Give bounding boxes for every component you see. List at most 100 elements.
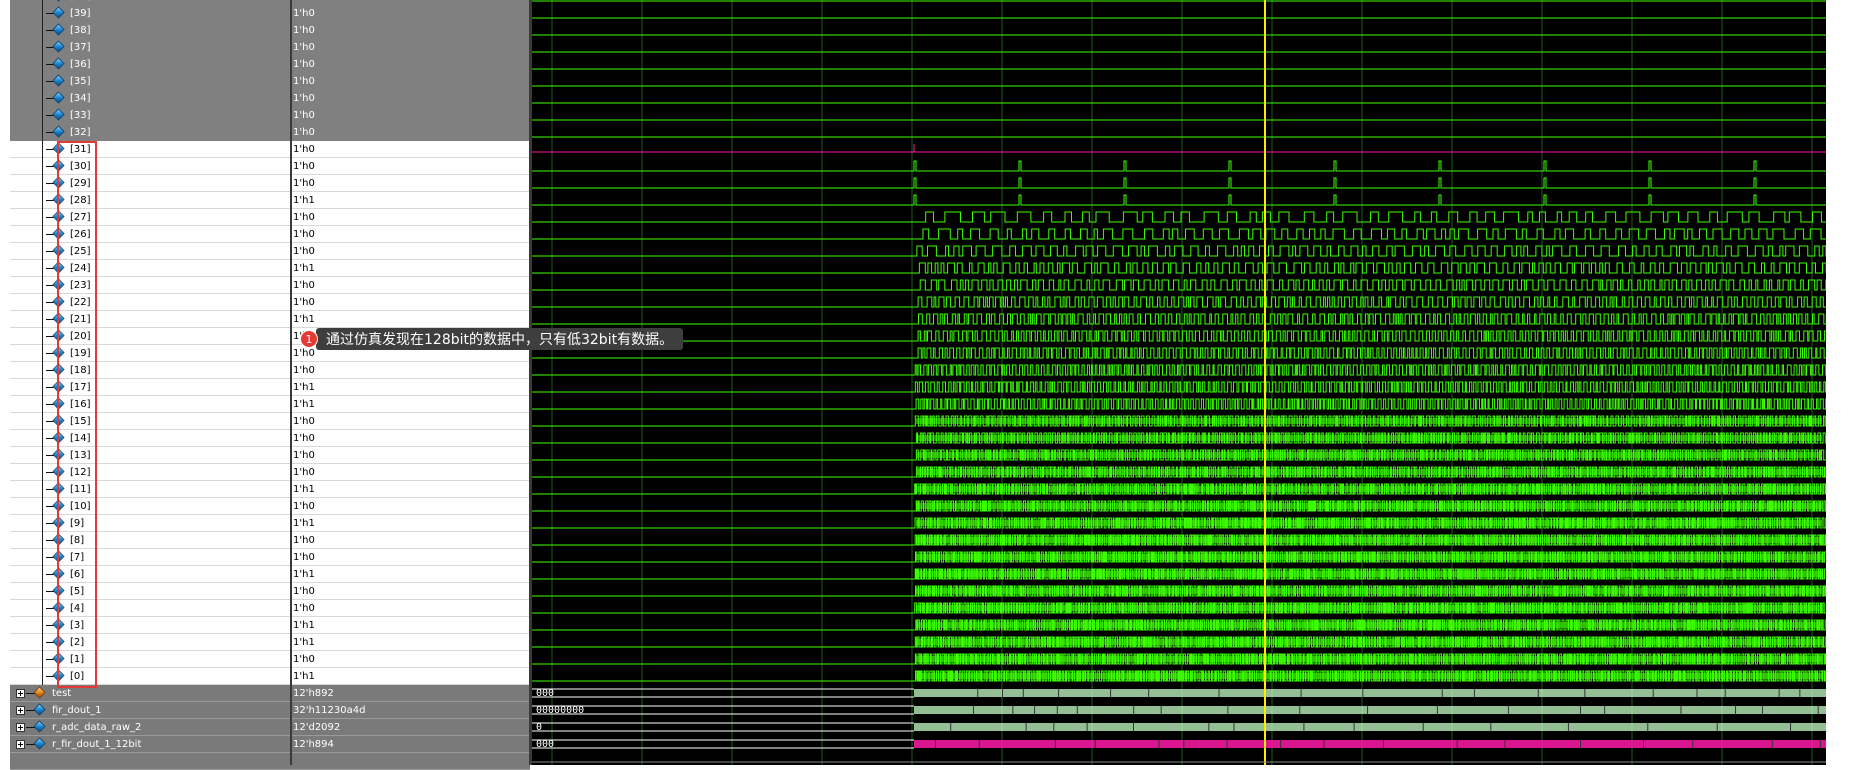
blue-diamond-icon	[52, 465, 65, 478]
signal-row[interactable]: [18]	[10, 362, 290, 379]
signal-row[interactable]: [36]	[10, 56, 290, 73]
signal-value-pane[interactable]: 1'h0 1'h0 1'h0 1'h0 1'h0 1'h0 1'h0 1'h0 1'h0 1'h0…	[290, 0, 530, 770]
signal-row[interactable]: [19]	[10, 345, 290, 362]
tree-connector	[42, 243, 43, 260]
signal-row[interactable]: [22]	[10, 294, 290, 311]
signal-row[interactable]: [17]	[10, 379, 290, 396]
signal-name: [10]	[70, 501, 91, 512]
tree-connector	[42, 277, 43, 294]
signal-row[interactable]: [25]	[10, 243, 290, 260]
bus-value-cell: 12'd2092	[290, 719, 530, 736]
signal-value-cell: 1'h1	[290, 617, 530, 634]
signal-value-cell: 1'h0	[290, 294, 530, 311]
signal-row[interactable]: [11]	[10, 481, 290, 498]
signal-row[interactable]: [16]	[10, 396, 290, 413]
bus-waveform-value: 0	[536, 722, 542, 733]
blue-diamond-icon	[52, 91, 65, 104]
signal-dense-fill	[916, 435, 1822, 441]
bus-row-r_adc_data_raw_2[interactable]: r_adc_data_raw_2	[10, 719, 290, 736]
signal-value-cell: 1'h0	[290, 498, 530, 515]
blue-diamond-icon	[52, 312, 65, 325]
signal-row[interactable]: [32]	[10, 124, 290, 141]
signal-row[interactable]: [26]	[10, 226, 290, 243]
signal-row[interactable]: [5]	[10, 583, 290, 600]
signal-name: [38]	[70, 25, 91, 36]
signal-value-cell: 1'h1	[290, 379, 530, 396]
waveform-canvas[interactable]: 000000000000000	[532, 0, 1826, 765]
signal-dense-fill	[916, 605, 1822, 611]
signal-row[interactable]: [10]	[10, 498, 290, 515]
signal-row[interactable]: [27]	[10, 209, 290, 226]
tree-connector	[42, 141, 43, 158]
tree-connector	[42, 498, 43, 515]
blue-diamond-icon	[52, 244, 65, 257]
signal-row[interactable]: [39]	[10, 5, 290, 22]
signal-name-pane[interactable]: [40][39][38][37][36][35][34][33][32][31]…	[10, 0, 290, 770]
signal-value-cell: 1'h0	[290, 73, 530, 90]
pane-splitter-name-value[interactable]	[290, 0, 292, 765]
signal-row[interactable]: [15]	[10, 413, 290, 430]
signal-dense-fill	[916, 469, 1822, 475]
signal-value-cell: 1'h1	[290, 481, 530, 498]
signal-name: [19]	[70, 348, 91, 359]
signal-value: 1'h1	[293, 195, 315, 206]
signal-row[interactable]: [14]	[10, 430, 290, 447]
signal-row[interactable]: [33]	[10, 107, 290, 124]
signal-row[interactable]: [7]	[10, 549, 290, 566]
blue-diamond-icon	[52, 295, 65, 308]
signal-row[interactable]: [29]	[10, 175, 290, 192]
signal-row[interactable]: [38]	[10, 22, 290, 39]
signal-value: 1'h1	[293, 637, 315, 648]
signal-value: 1'h0	[293, 246, 315, 257]
signal-value: 1'h1	[293, 671, 315, 682]
expand-plus-icon[interactable]	[16, 723, 25, 732]
waveform-pane[interactable]: 000 00000000 0 000	[532, 0, 1826, 765]
signal-row[interactable]: [37]	[10, 39, 290, 56]
signal-row[interactable]: [4]	[10, 600, 290, 617]
signal-name: [33]	[70, 110, 91, 121]
signal-value-cell: 1'h0	[290, 651, 530, 668]
signal-row[interactable]: [28]	[10, 192, 290, 209]
signal-value: 1'h0	[293, 212, 315, 223]
signal-row[interactable]: [13]	[10, 447, 290, 464]
signal-value: 1'h0	[293, 0, 315, 2]
signal-name: [36]	[70, 59, 91, 70]
signal-row[interactable]: [20]	[10, 328, 290, 345]
signal-row[interactable]: [21]	[10, 311, 290, 328]
expand-plus-icon[interactable]	[16, 706, 25, 715]
signal-row[interactable]: [2]	[10, 634, 290, 651]
signal-value: 1'h1	[293, 399, 315, 410]
blue-diamond-icon	[52, 448, 65, 461]
expand-plus-icon[interactable]	[16, 740, 25, 749]
signal-row[interactable]: [31]	[10, 141, 290, 158]
bus-waveform-active	[914, 689, 1826, 697]
signal-name: [7]	[70, 552, 85, 563]
signal-row[interactable]: [23]	[10, 277, 290, 294]
signal-row[interactable]: [24]	[10, 260, 290, 277]
tree-connector	[42, 124, 43, 141]
signal-value: 1'h0	[293, 297, 315, 308]
signal-row[interactable]: [8]	[10, 532, 290, 549]
bus-row-r_fir_dout_1_12bit[interactable]: r_fir_dout_1_12bit	[10, 736, 290, 753]
tree-connector	[42, 5, 43, 22]
blue-diamond-icon	[52, 346, 65, 359]
signal-row[interactable]: [34]	[10, 90, 290, 107]
blue-diamond-icon	[52, 533, 65, 546]
signal-name: [28]	[70, 195, 91, 206]
bus-row-fir_dout_1[interactable]: fir_dout_1	[10, 702, 290, 719]
signal-row[interactable]: [35]	[10, 73, 290, 90]
signal-value: 1'h1	[293, 382, 315, 393]
signal-value-cell: 1'h0	[290, 226, 530, 243]
blue-diamond-icon	[52, 227, 65, 240]
signal-row[interactable]: [9]	[10, 515, 290, 532]
signal-row[interactable]: [30]	[10, 158, 290, 175]
signal-row[interactable]: [3]	[10, 617, 290, 634]
left-margin	[0, 0, 10, 765]
tree-connector	[42, 226, 43, 243]
signal-row[interactable]: [1]	[10, 651, 290, 668]
bus-row-test[interactable]: test	[10, 685, 290, 702]
signal-row[interactable]: [0]	[10, 668, 290, 685]
expand-plus-icon[interactable]	[16, 689, 25, 698]
signal-row[interactable]: [12]	[10, 464, 290, 481]
signal-row[interactable]: [6]	[10, 566, 290, 583]
